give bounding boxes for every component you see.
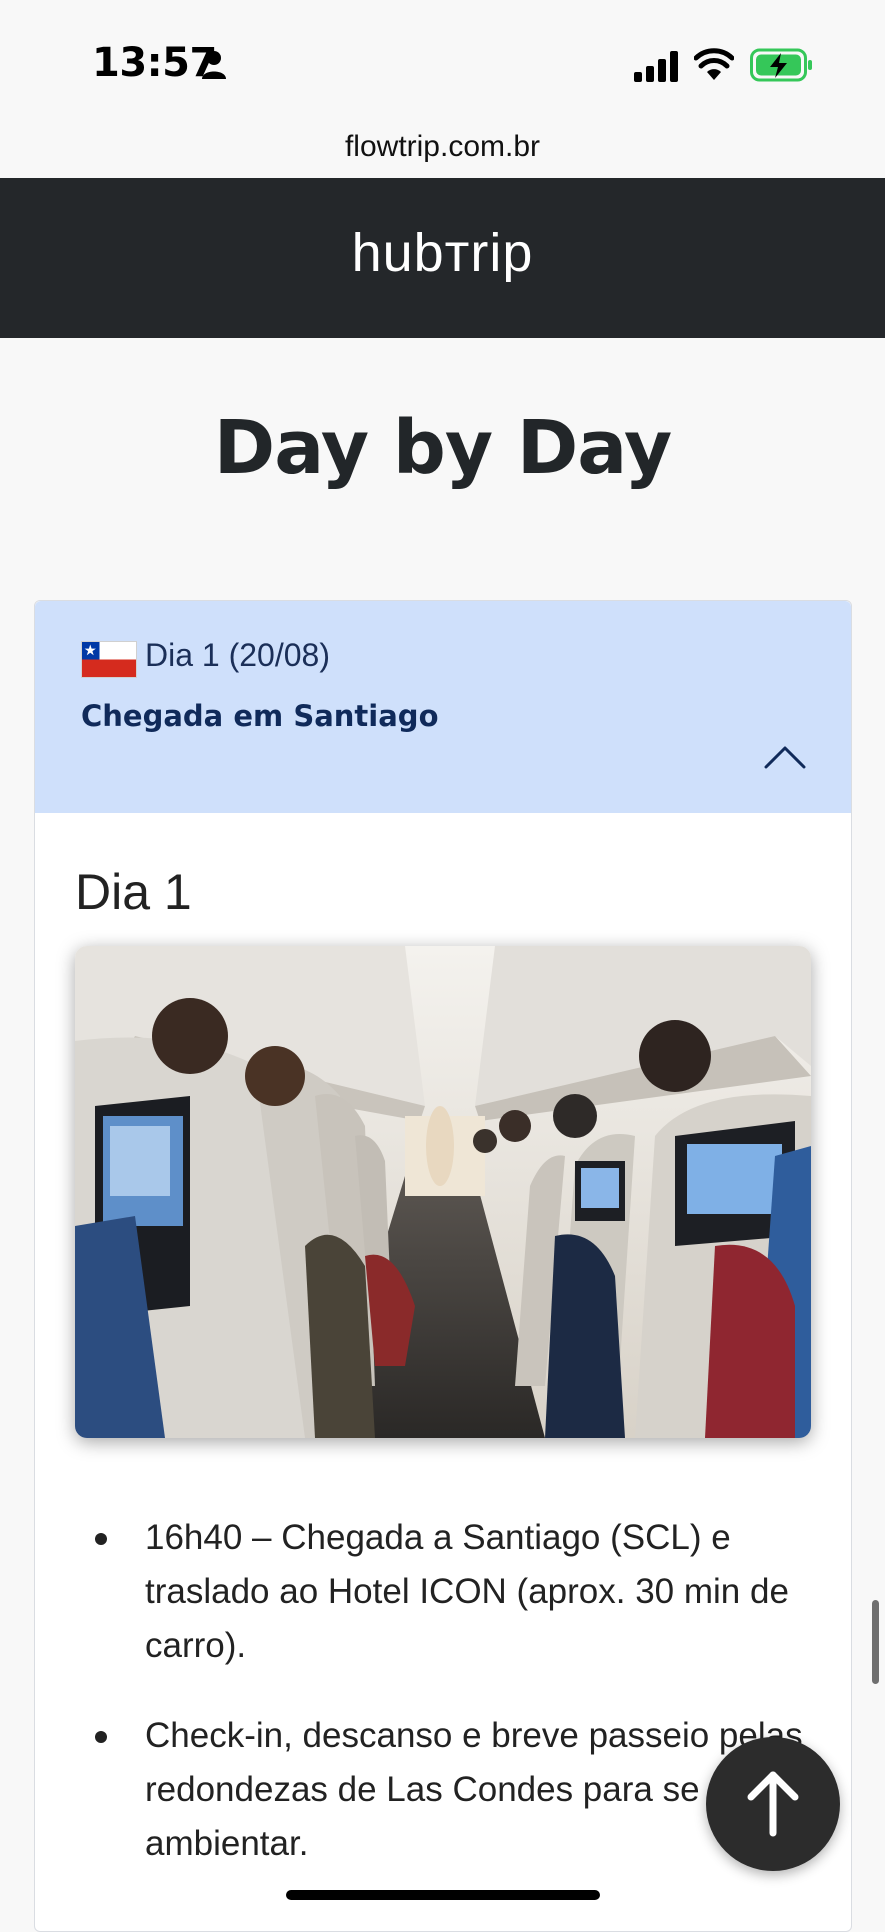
- day-subtitle: Chegada em Santiago: [81, 699, 439, 733]
- arrow-up-icon: [747, 1771, 799, 1837]
- site-logo[interactable]: hubтrip: [0, 222, 885, 284]
- list-item: 16h40 – Chegada a Santiago (SCL) e trasl…: [95, 1511, 817, 1673]
- day-accordion-header[interactable]: Dia 1 (20/08) Chegada em Santiago: [35, 601, 851, 813]
- status-bar: 13:57 flowtrip.com.br: [0, 0, 885, 163]
- day-heading: Dia 1: [75, 864, 192, 920]
- wifi-icon: [694, 48, 734, 80]
- day-accordion: Dia 1 (20/08) Chegada em Santiago Dia 1: [34, 600, 852, 1932]
- day-label: Dia 1 (20/08): [145, 637, 330, 673]
- chevron-up-icon[interactable]: [763, 741, 807, 773]
- chile-flag-icon: [81, 641, 137, 678]
- home-indicator: [286, 1890, 600, 1900]
- status-time: 13:57: [92, 40, 217, 86]
- browser-url[interactable]: flowtrip.com.br: [0, 130, 885, 164]
- airplane-cabin-photo: [75, 946, 811, 1438]
- scroll-to-top-button[interactable]: [706, 1737, 840, 1871]
- cellular-signal-icon: [634, 51, 678, 82]
- activity-list: 16h40 – Chegada a Santiago (SCL) e trasl…: [95, 1511, 817, 1907]
- page-title: Day by Day: [213, 405, 672, 491]
- scrollbar[interactable]: [872, 1600, 879, 1684]
- battery-charging-icon: [750, 48, 812, 82]
- person-icon: [202, 51, 226, 79]
